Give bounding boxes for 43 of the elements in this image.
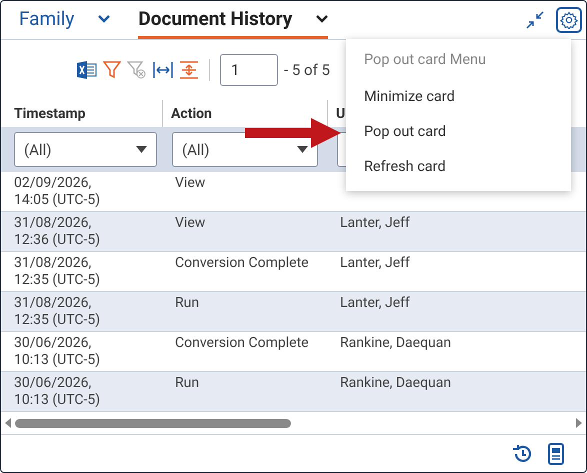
settings-button[interactable] — [556, 7, 582, 33]
page-range: - 5 of 5 — [284, 61, 330, 79]
scroll-right-icon[interactable] — [576, 418, 582, 428]
table-cell-text: Rankine, Daequan — [339, 374, 452, 393]
table-cell-text: View — [174, 214, 206, 233]
menu-title: Pop out card Menu — [363, 51, 488, 70]
table-cell-text: Lanter, Jeff — [339, 294, 411, 313]
tab[interactable]: Family — [19, 1, 110, 39]
scroll-left-icon[interactable] — [5, 418, 11, 428]
menu-item[interactable]: Minimize card — [346, 80, 571, 115]
column-header[interactable]: Timestamp — [1, 100, 162, 127]
table-cell-text: 31/08/2026, 12:35 (UTC-5) — [13, 254, 102, 290]
table-cell-text: Run — [174, 294, 200, 313]
document-icon[interactable] — [548, 442, 564, 464]
filter-dropdown[interactable]: (All) — [14, 132, 157, 167]
table-cell-text: Conversion Complete — [174, 254, 310, 273]
scrollbar-thumb[interactable] — [15, 418, 291, 428]
fit-height-icon[interactable] — [179, 61, 199, 79]
table-cell-text: Run — [174, 374, 200, 393]
table-cell-text: 31/08/2026, 12:36 (UTC-5) — [13, 214, 102, 250]
menu-item[interactable]: Refresh card — [346, 150, 571, 185]
history-icon[interactable] — [512, 444, 532, 462]
table-cell-text: 30/06/2026, 10:13 (UTC-5) — [13, 374, 102, 410]
page-number-field[interactable]: 1 — [220, 54, 278, 86]
menu-item[interactable]: Pop out card — [346, 115, 571, 150]
filter-icon[interactable] — [103, 61, 121, 79]
table-cell-text: Conversion Complete — [174, 334, 310, 353]
table-cell-text: View — [174, 174, 206, 193]
table-cell-text: 30/06/2026, 10:13 (UTC-5) — [13, 334, 102, 370]
tab[interactable]: Document History — [138, 1, 328, 39]
chevron-down-icon — [98, 14, 110, 22]
table-cell-text: Lanter, Jeff — [339, 254, 411, 273]
caret-down-icon — [136, 146, 147, 153]
chevron-down-icon — [316, 14, 328, 22]
fit-width-icon[interactable] — [153, 61, 173, 79]
table-cell-text: Lanter, Jeff — [339, 214, 411, 233]
filter-dropdown[interactable]: (All) — [172, 132, 318, 167]
collapse-icon[interactable] — [526, 11, 544, 29]
table-cell-text: 31/08/2026, 12:35 (UTC-5) — [13, 294, 102, 330]
excel-icon[interactable] — [77, 61, 97, 79]
table-cell-text: 02/09/2026, 14:05 (UTC-5) — [13, 174, 102, 210]
caret-down-icon — [297, 146, 308, 153]
table-cell-text: Rankine, Daequan — [339, 334, 452, 353]
